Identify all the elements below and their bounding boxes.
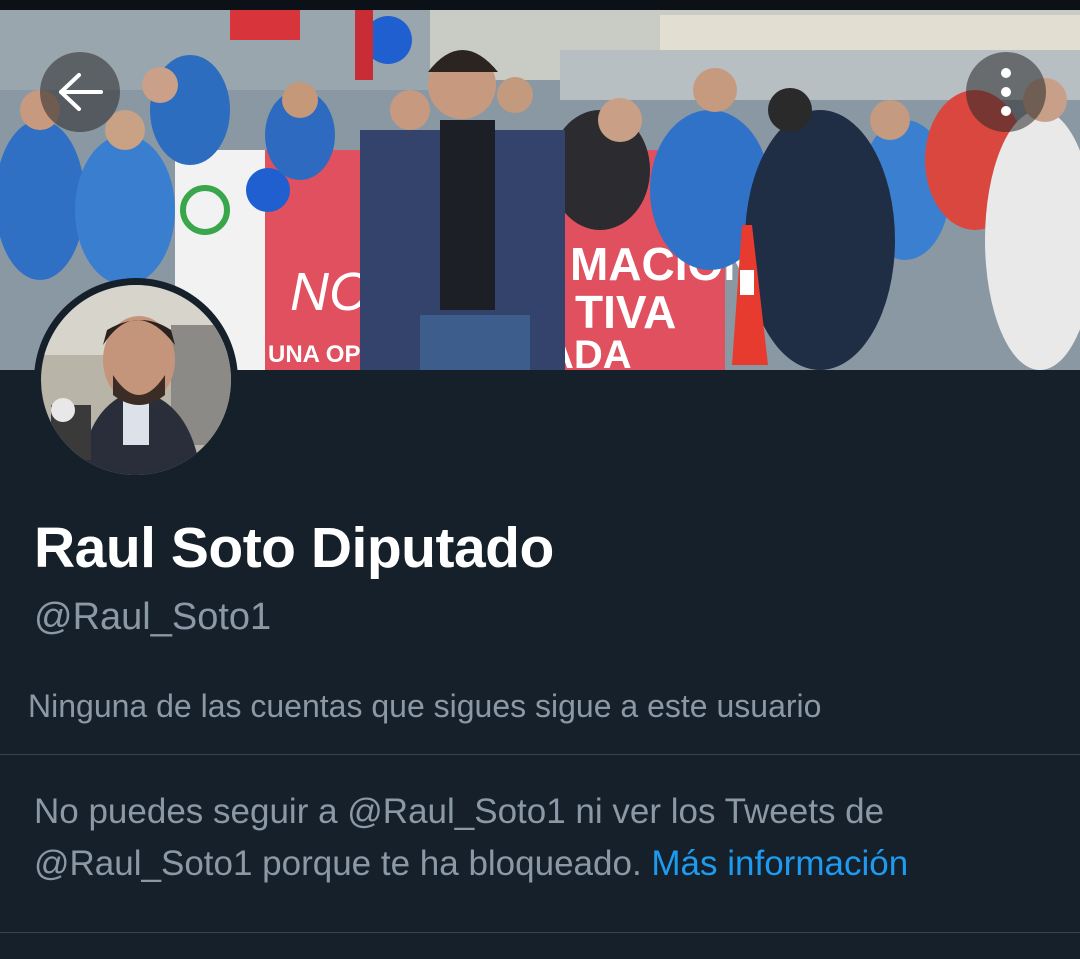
- profile-handle: @Raul_Soto1: [34, 596, 272, 638]
- avatar[interactable]: [34, 278, 238, 482]
- avatar-image: [41, 285, 231, 475]
- arrow-left-icon: [59, 73, 103, 111]
- divider: [0, 754, 1080, 755]
- profile-display-name: Raul Soto Diputado: [34, 516, 554, 580]
- more-options-button[interactable]: [966, 52, 1046, 132]
- profile-screen: NCR MACIÓN TIVA ADA UNA OPORTUNIDA: [0, 0, 1080, 959]
- banner-sign-line-2: TIVA: [575, 286, 676, 338]
- blocked-notice: No puedes seguir a @Raul_Soto1 ni ver lo…: [34, 786, 1054, 890]
- more-info-link[interactable]: Más información: [651, 844, 908, 883]
- more-vertical-icon: [1001, 68, 1011, 116]
- back-button[interactable]: [40, 52, 120, 132]
- divider: [0, 932, 1080, 933]
- status-bar: [0, 0, 1080, 10]
- followers-you-know-note: Ninguna de las cuentas que sigues sigue …: [28, 688, 822, 724]
